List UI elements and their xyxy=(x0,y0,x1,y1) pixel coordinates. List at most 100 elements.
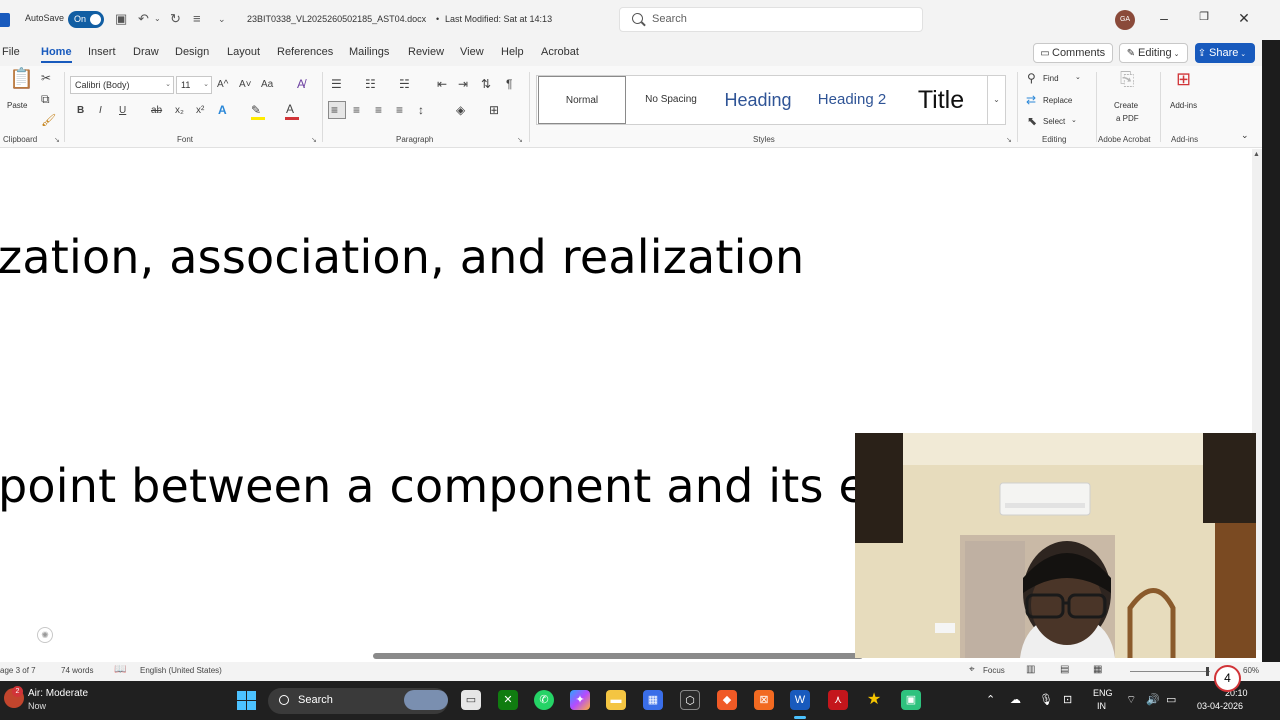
zoom-slider-thumb[interactable] xyxy=(1206,667,1209,676)
brave-icon[interactable]: ◆ xyxy=(717,690,737,710)
autosave-toggle[interactable]: On xyxy=(68,11,104,28)
tab-help[interactable]: Help xyxy=(501,46,524,58)
styles-more-icon[interactable]: ⌄ xyxy=(987,76,1005,124)
share-button[interactable]: ⇪ Share ⌄ xyxy=(1195,43,1255,63)
style-title[interactable]: Title xyxy=(901,76,981,124)
focus-icon[interactable]: ⌖ xyxy=(969,664,975,675)
strikethrough-button[interactable]: ab xyxy=(151,104,162,118)
language[interactable]: English (United States) xyxy=(140,666,222,675)
volume-icon[interactable]: 🔊 xyxy=(1146,693,1160,706)
word-count[interactable]: 74 words xyxy=(61,666,93,675)
style-normal[interactable]: Normal xyxy=(538,76,626,124)
acrobat-icon[interactable]: ⋏ xyxy=(828,690,848,710)
clipboard-launcher-icon[interactable]: ↘ xyxy=(54,136,60,144)
redo-icon[interactable]: ↻ xyxy=(170,12,181,26)
notification-badge[interactable]: 4 xyxy=(1214,665,1241,692)
create-pdf-icon[interactable]: ⎘ xyxy=(1120,70,1134,88)
superscript-button[interactable]: x² xyxy=(196,104,204,118)
replace-label[interactable]: Replace xyxy=(1043,96,1072,105)
battery-icon[interactable]: ▭ xyxy=(1166,693,1176,706)
shrink-font-icon[interactable]: A˅ xyxy=(239,78,252,92)
borders-icon[interactable]: ⊞ xyxy=(489,103,499,117)
style-heading[interactable]: Heading xyxy=(713,76,803,124)
select-label[interactable]: Select xyxy=(1043,117,1065,126)
clock-date[interactable]: 03-04-2026 xyxy=(1197,701,1243,711)
font-launcher-icon[interactable]: ↘ xyxy=(311,136,317,144)
proofing-icon[interactable]: 📖 xyxy=(114,664,126,675)
horizontal-scroll-thumb[interactable] xyxy=(373,653,863,659)
underline-button[interactable]: U xyxy=(119,104,126,118)
xampp-icon[interactable]: ⊠ xyxy=(754,690,774,710)
clear-formatting-icon[interactable]: A̸ xyxy=(297,77,305,91)
close-icon[interactable]: ✕ xyxy=(1234,10,1254,27)
font-color-icon[interactable]: A xyxy=(286,102,294,116)
font-name-combo[interactable]: Calibri (Body) ⌄ xyxy=(70,76,174,94)
numbering-icon[interactable]: ☷ xyxy=(365,77,376,91)
align-center-icon[interactable]: ≡ xyxy=(353,103,360,117)
search-highlight-icon[interactable] xyxy=(404,690,448,710)
chevron-down-icon[interactable]: ⌄ xyxy=(1071,116,1077,124)
add-ins-icon[interactable]: ⊞ xyxy=(1176,70,1191,88)
style-heading-2[interactable]: Heading 2 xyxy=(807,76,897,124)
language-indicator[interactable]: ENG xyxy=(1093,688,1113,698)
tab-view[interactable]: View xyxy=(460,46,484,58)
find-icon[interactable]: ⚲ xyxy=(1027,71,1036,85)
settings-icon[interactable]: ⬡ xyxy=(680,690,700,710)
tab-layout[interactable]: Layout xyxy=(227,46,260,58)
tab-mailings[interactable]: Mailings xyxy=(349,46,389,58)
font-size-combo[interactable]: 11 ⌄ xyxy=(176,76,212,94)
tab-references[interactable]: References xyxy=(277,46,333,58)
show-formatting-icon[interactable]: ¶ xyxy=(506,77,512,91)
add-ins-label[interactable]: Add-ins xyxy=(1170,101,1197,110)
zoom-slider[interactable] xyxy=(1130,671,1210,672)
avatar[interactable]: GA xyxy=(1115,10,1135,30)
tab-acrobat[interactable]: Acrobat xyxy=(541,46,579,58)
replace-icon[interactable]: ⇄ xyxy=(1026,93,1036,107)
highlight-icon[interactable]: ✎ xyxy=(251,103,261,117)
onedrive-icon[interactable]: ☁ xyxy=(1010,693,1021,706)
zoom-level[interactable]: 60% xyxy=(1243,666,1259,675)
chevron-down-icon[interactable]: ⌄ xyxy=(1075,73,1081,81)
tab-file[interactable]: File xyxy=(2,46,20,58)
whatsapp-icon[interactable]: ✆ xyxy=(534,690,554,710)
undo-icon[interactable]: ↶ xyxy=(138,12,149,26)
weather-title[interactable]: Air: Moderate xyxy=(28,688,88,699)
align-right-icon[interactable]: ≡ xyxy=(375,103,382,117)
bullets-icon[interactable]: ☰ xyxy=(331,77,342,91)
justify-icon[interactable]: ≡ xyxy=(396,103,403,117)
select-icon[interactable]: ⬉ xyxy=(1027,114,1037,128)
word-icon[interactable]: W xyxy=(790,690,810,710)
list-icon[interactable]: ≡ xyxy=(193,12,201,26)
comments-button[interactable]: ▭ Comments xyxy=(1033,43,1113,63)
cut-icon[interactable]: ✂ xyxy=(41,71,51,85)
print-layout-icon[interactable]: ▤ xyxy=(1060,664,1069,675)
restore-icon[interactable]: ❐ xyxy=(1194,10,1214,23)
tab-home[interactable]: Home xyxy=(41,46,72,63)
line-spacing-icon[interactable]: ↕ xyxy=(418,103,424,117)
grow-font-icon[interactable]: A^ xyxy=(217,78,228,92)
pen-tray-icon[interactable]: ⊡ xyxy=(1063,693,1072,706)
tab-draw[interactable]: Draw xyxy=(133,46,159,58)
bold-button[interactable]: B xyxy=(77,104,84,118)
tab-review[interactable]: Review xyxy=(408,46,444,58)
read-mode-icon[interactable]: ▥ xyxy=(1026,664,1035,675)
multilevel-list-icon[interactable]: ☵ xyxy=(399,77,410,91)
tab-design[interactable]: Design xyxy=(175,46,209,58)
decrease-indent-icon[interactable]: ⇤ xyxy=(437,77,447,91)
xbox-icon[interactable]: ✕ xyxy=(498,690,518,710)
web-layout-icon[interactable]: ▦ xyxy=(1093,664,1102,675)
find-label[interactable]: Find xyxy=(1043,74,1059,83)
paste-label[interactable]: Paste xyxy=(7,101,27,110)
copy-icon[interactable]: ⧉ xyxy=(41,92,50,106)
copilot-icon[interactable]: ✦ xyxy=(570,690,590,710)
format-painter-icon[interactable]: 🖌 xyxy=(41,113,56,127)
scroll-up-icon[interactable]: ▲ xyxy=(1253,151,1260,158)
page-count[interactable]: age 3 of 7 xyxy=(0,666,36,675)
file-explorer-icon[interactable]: ▬ xyxy=(606,690,626,710)
wifi-icon[interactable]: ⌔ xyxy=(1126,693,1136,707)
subscript-button[interactable]: x₂ xyxy=(175,104,184,118)
tab-insert[interactable]: Insert xyxy=(88,46,116,58)
editing-mode-button[interactable]: ✎ Editing ⌄ xyxy=(1119,43,1188,63)
minimize-icon[interactable]: – xyxy=(1154,10,1174,26)
paragraph-launcher-icon[interactable]: ↘ xyxy=(517,136,523,144)
